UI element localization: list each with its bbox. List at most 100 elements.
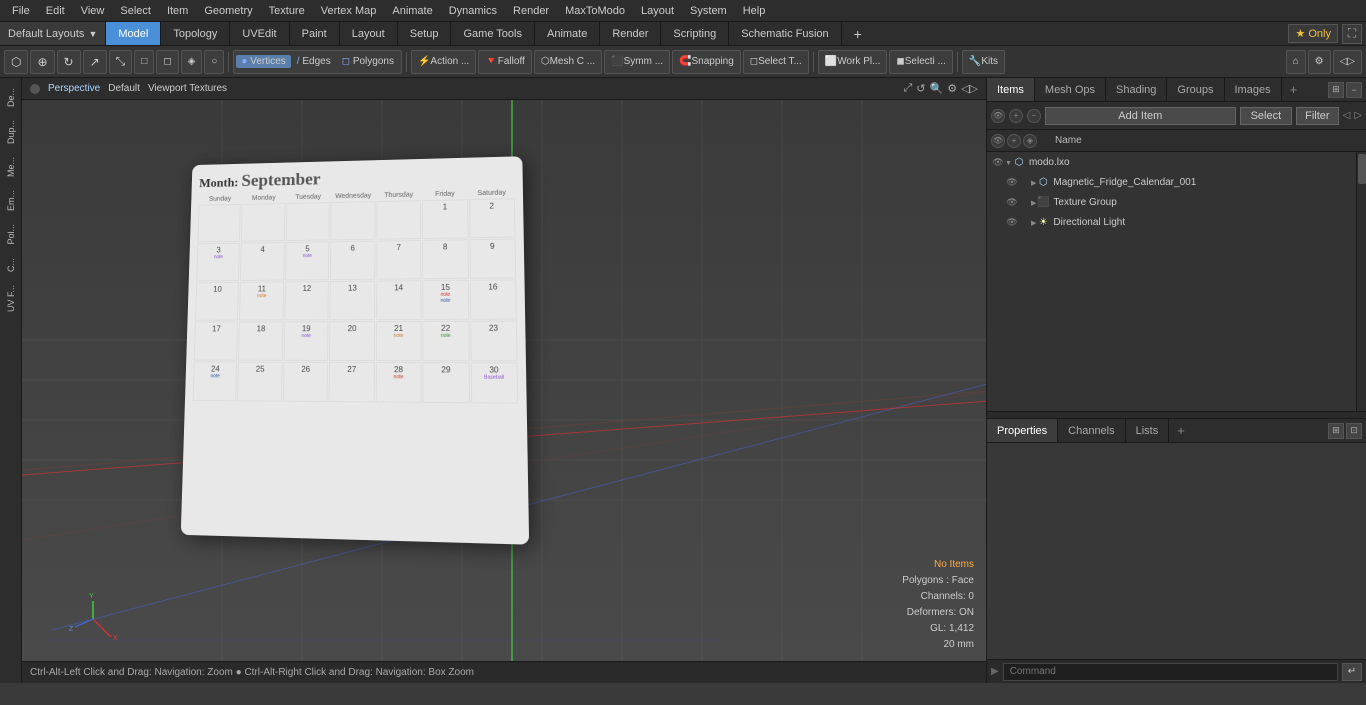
vp-rotate-btn[interactable]: ↺ — [916, 82, 925, 95]
command-arrow[interactable]: ▶ — [991, 666, 999, 677]
tab-layout[interactable]: Layout — [340, 22, 398, 45]
edges-btn[interactable]: / Edges — [292, 55, 336, 68]
viewport-canvas[interactable]: Month: September Sunday Monday Tuesday W… — [22, 100, 986, 661]
menu-view[interactable]: View — [73, 3, 113, 19]
menu-vertex-map[interactable]: Vertex Map — [313, 3, 385, 19]
vp-gear-btn[interactable]: ⚙ — [947, 82, 957, 95]
snap-tool-btn[interactable]: □ — [134, 50, 154, 74]
scale-tool-btn[interactable]: ⤡ — [109, 50, 133, 74]
tab-scripting[interactable]: Scripting — [661, 22, 729, 45]
props-collapse-btn[interactable]: ⊡ — [1346, 423, 1362, 439]
snapping-btn[interactable]: 🧲 Snapping — [672, 50, 741, 74]
vp-fit-btn[interactable]: ⤢ — [903, 82, 912, 95]
select-tool-btn[interactable]: ⬡ — [4, 50, 28, 74]
menu-geometry[interactable]: Geometry — [196, 3, 260, 19]
vp-arrows-btn[interactable]: ◁▷ — [961, 82, 978, 95]
expand-modo-lxo[interactable] — [1005, 156, 1012, 168]
item-vis-tex[interactable]: 👁 — [1005, 195, 1019, 209]
layout-dropdown[interactable]: Default Layouts ▼ — [0, 22, 106, 45]
item-vis-modo-lxo[interactable]: 👁 — [991, 155, 1005, 169]
col-vis-icon[interactable]: 👁 — [991, 134, 1005, 148]
item-row-fridge-cal[interactable]: 👁 ⬡ Magnetic_Fridge_Calendar_001 — [987, 172, 1356, 192]
sidebar-tab-uvf[interactable]: UV F... — [3, 279, 19, 318]
props-tab-add[interactable]: + — [1169, 423, 1193, 438]
panel-arrow-right[interactable]: ▷ — [1354, 110, 1362, 121]
menu-dynamics[interactable]: Dynamics — [441, 3, 505, 19]
polygons-btn[interactable]: ◻ Polygons — [337, 55, 399, 68]
item-row-dir-light[interactable]: 👁 ☀ Directional Light — [987, 212, 1356, 232]
props-tab-properties[interactable]: Properties — [987, 419, 1058, 442]
viewport-dot[interactable] — [30, 84, 40, 94]
loop-tool-btn[interactable]: ◻ — [156, 50, 178, 74]
sidebar-tab-pol[interactable]: Pol... — [3, 218, 19, 251]
vertices-btn[interactable]: ● Vertices — [236, 55, 290, 68]
sidebar-tab-c[interactable]: C... — [3, 252, 19, 278]
menu-item[interactable]: Item — [159, 3, 196, 19]
select-t-btn[interactable]: ◻ Select T... — [743, 50, 809, 74]
item-row-tex-group[interactable]: 👁 ⬛ Texture Group — [987, 192, 1356, 212]
nav-arrows-btn[interactable]: ◁▷ — [1333, 50, 1362, 74]
tab-game-tools[interactable]: Game Tools — [451, 22, 535, 45]
menu-system[interactable]: System — [682, 3, 735, 19]
command-send-btn[interactable]: ↵ — [1342, 663, 1362, 681]
panel-resize-divider[interactable] — [987, 411, 1366, 419]
rotate-tool-btn[interactable]: ↻ — [57, 50, 81, 74]
panel-tab-shading[interactable]: Shading — [1106, 78, 1167, 101]
menu-render[interactable]: Render — [505, 3, 557, 19]
meshc-btn[interactable]: ⬡ Mesh C ... — [534, 50, 602, 74]
tab-topology[interactable]: Topology — [161, 22, 230, 45]
scroll-thumb[interactable] — [1358, 154, 1366, 184]
vp-settings-btn[interactable]: ⚙ — [1308, 50, 1331, 74]
items-scrollbar[interactable] — [1356, 152, 1366, 411]
home-btn[interactable]: ⌂ — [1286, 50, 1306, 74]
tab-render[interactable]: Render — [600, 22, 661, 45]
edge-tool-btn[interactable]: ○ — [204, 50, 224, 74]
view-texture-label[interactable]: Viewport Textures — [148, 83, 227, 94]
props-tab-lists[interactable]: Lists — [1126, 419, 1170, 442]
action-btn[interactable]: ⚡ Action ... — [411, 50, 476, 74]
sidebar-tab-em[interactable]: Em... — [3, 184, 19, 217]
maximize-button[interactable]: ⛶ — [1342, 24, 1362, 44]
panel-icon-collapse[interactable]: − — [1346, 82, 1362, 98]
view-shading-label[interactable]: Default — [108, 83, 140, 94]
item-vis-light[interactable]: 👁 — [1005, 215, 1019, 229]
star-button[interactable]: ★ Only — [1288, 24, 1338, 43]
panel-tab-items[interactable]: Items — [987, 78, 1035, 101]
move-tool-btn[interactable]: ⊕ — [30, 50, 54, 74]
command-input[interactable] — [1003, 663, 1338, 681]
panel-tab-add[interactable]: + — [1282, 82, 1306, 97]
arrow-tool-btn[interactable]: ↗ — [83, 50, 107, 74]
tab-uvedit[interactable]: UVEdit — [230, 22, 289, 45]
menu-edit[interactable]: Edit — [38, 3, 73, 19]
visibility-toggle[interactable]: 👁 — [991, 109, 1005, 123]
item-vis-fridge[interactable]: 👁 — [1005, 175, 1019, 189]
sidebar-tab-me[interactable]: Me... — [3, 151, 19, 183]
menu-help[interactable]: Help — [735, 3, 774, 19]
tab-paint[interactable]: Paint — [290, 22, 340, 45]
menu-maxtomodo[interactable]: MaxToModo — [557, 3, 633, 19]
falloff-btn[interactable]: 🔻 Falloff — [478, 50, 532, 74]
add-item-button[interactable]: Add Item — [1045, 107, 1236, 125]
col-add-icon[interactable]: + — [1007, 134, 1021, 148]
tab-animate[interactable]: Animate — [535, 22, 600, 45]
menu-texture[interactable]: Texture — [261, 3, 313, 19]
menu-select[interactable]: Select — [112, 3, 159, 19]
item-row-modo-lxo[interactable]: 👁 ⬡ modo.lxo — [987, 152, 1356, 172]
panel-tab-groups[interactable]: Groups — [1167, 78, 1224, 101]
add-icon-btn[interactable]: + — [1009, 109, 1023, 123]
tab-setup[interactable]: Setup — [398, 22, 452, 45]
minus-icon-btn[interactable]: − — [1027, 109, 1041, 123]
menu-layout[interactable]: Layout — [633, 3, 682, 19]
work-pl-btn[interactable]: ⬜ Work Pl... — [818, 50, 888, 74]
props-expand-btn[interactable]: ⊞ — [1328, 423, 1344, 439]
sidebar-tab-de[interactable]: De... — [3, 82, 19, 113]
tab-schematic-fusion[interactable]: Schematic Fusion — [729, 22, 841, 45]
panel-tab-mesh-ops[interactable]: Mesh Ops — [1035, 78, 1106, 101]
panel-tab-images[interactable]: Images — [1225, 78, 1282, 101]
view-type-label[interactable]: Perspective — [48, 83, 100, 94]
col-ref-icon[interactable]: ◈ — [1023, 134, 1037, 148]
select-button[interactable]: Select — [1240, 107, 1293, 125]
menu-file[interactable]: File — [4, 3, 38, 19]
tab-model[interactable]: Model — [106, 22, 161, 45]
menu-animate[interactable]: Animate — [384, 3, 440, 19]
